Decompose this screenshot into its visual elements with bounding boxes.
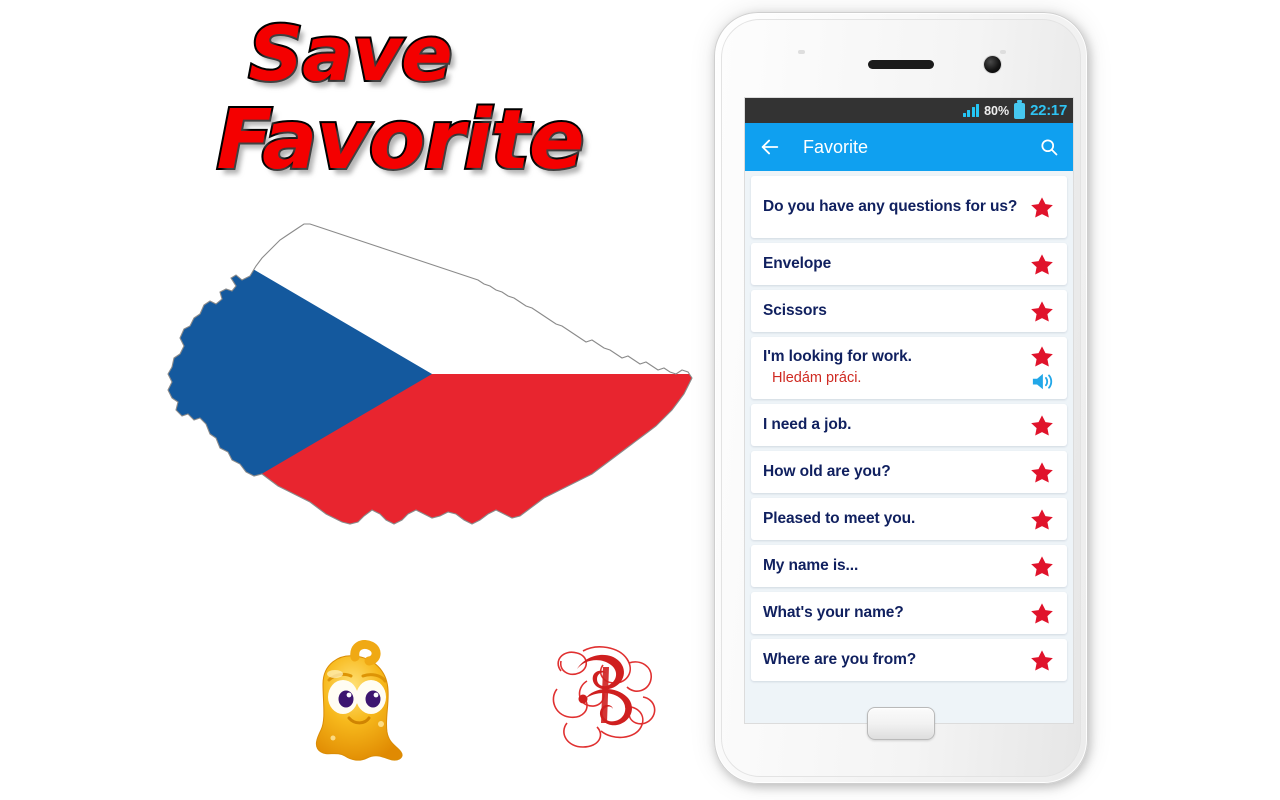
star-icon[interactable] <box>1029 648 1055 673</box>
phrase-english: Do you have any questions for us? <box>763 197 1018 215</box>
sensor-left-icon <box>798 50 805 54</box>
list-item[interactable]: Pleased to meet you. <box>751 498 1067 540</box>
star-icon[interactable] <box>1029 507 1055 532</box>
list-item[interactable]: I need a job. <box>751 404 1067 446</box>
phone-mockup: 80% 22:17 Favorite Do you have any quest… <box>714 12 1088 784</box>
promo-screenshot: Save Favorite 80% 22:17 Favorite Do you … <box>0 0 1280 800</box>
phrase-english: Pleased to meet you. <box>763 509 916 527</box>
star-icon[interactable] <box>1029 252 1055 277</box>
star-icon[interactable] <box>1029 460 1055 485</box>
phone-screen: 80% 22:17 Favorite Do you have any quest… <box>745 98 1073 723</box>
favorites-list[interactable]: Do you have any questions for us? Envelo… <box>745 171 1073 723</box>
phrase-english: Scissors <box>763 301 827 319</box>
star-icon[interactable] <box>1029 601 1055 626</box>
golden-slime-mascot <box>293 640 419 772</box>
status-clock: 22:17 <box>1030 102 1067 119</box>
battery-icon <box>1014 99 1026 119</box>
list-item-expanded[interactable]: I'm looking for work. Hledám práci. <box>751 337 1067 399</box>
phrase-english: Envelope <box>763 254 832 272</box>
phrase-english: My name is... <box>763 556 859 574</box>
promo-title: Save Favorite <box>0 9 710 189</box>
signal-bars-icon <box>962 104 980 117</box>
phrase-czech: Hledám práci. <box>772 370 862 387</box>
battery-percent-label: 80% <box>984 103 1010 118</box>
star-icon[interactable] <box>1029 413 1055 438</box>
star-icon[interactable] <box>1029 299 1055 324</box>
search-icon[interactable] <box>1039 137 1059 157</box>
list-item[interactable]: What's your name? <box>751 592 1067 634</box>
home-button[interactable] <box>867 707 935 740</box>
app-bar: Favorite <box>745 123 1073 171</box>
earpiece-speaker <box>868 60 934 69</box>
star-icon[interactable] <box>1029 554 1055 579</box>
star-icon[interactable] <box>1029 344 1055 369</box>
czech-republic-flag-map <box>132 198 712 550</box>
list-item[interactable]: Scissors <box>751 290 1067 332</box>
list-item[interactable]: My name is... <box>751 545 1067 587</box>
list-item[interactable]: Where are you from? <box>751 639 1067 681</box>
status-bar: 80% 22:17 <box>745 98 1073 123</box>
promo-title-line-1: Save <box>246 9 454 98</box>
phrase-english: How old are you? <box>763 462 891 480</box>
speaker-icon[interactable] <box>1030 371 1055 392</box>
phrase-english: I'm looking for work. <box>763 348 912 366</box>
list-item[interactable]: Envelope <box>751 243 1067 285</box>
phrase-english: Where are you from? <box>763 650 917 668</box>
promo-title-line-2: Favorite <box>214 93 586 189</box>
list-item[interactable]: How old are you? <box>751 451 1067 493</box>
sensor-right-icon <box>1000 50 1006 54</box>
list-item[interactable]: Do you have any questions for us? <box>751 176 1067 238</box>
star-icon[interactable] <box>1029 195 1055 220</box>
phrase-english: What's your name? <box>763 603 904 621</box>
back-arrow-icon[interactable] <box>759 136 781 158</box>
front-camera-icon <box>984 56 1001 73</box>
calligraphic-letter-ornament <box>543 637 661 759</box>
app-bar-title: Favorite <box>803 136 869 157</box>
phrase-english: I need a job. <box>763 415 852 433</box>
